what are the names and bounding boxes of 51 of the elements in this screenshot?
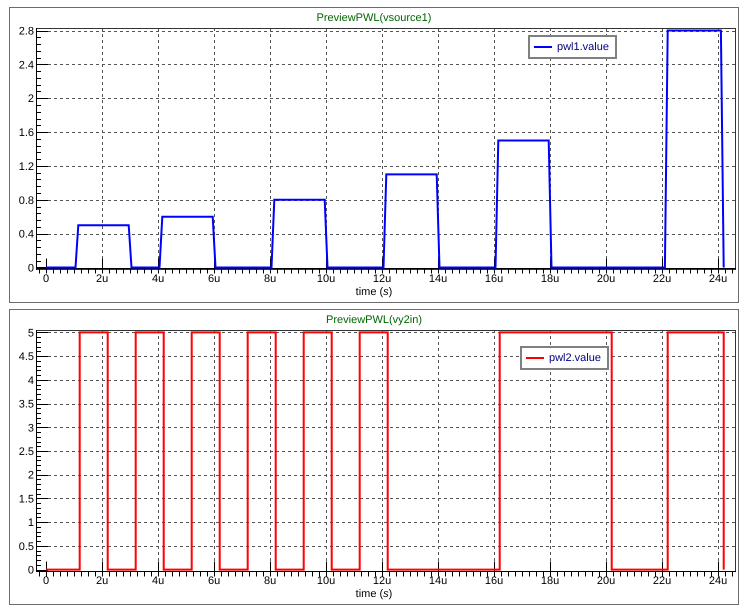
tick-label: 20u xyxy=(596,575,616,587)
chart-title: PreviewPWL(vy2in) xyxy=(326,314,422,326)
legend-label: pwl1.value xyxy=(557,40,609,54)
tick-label: 3.5 xyxy=(18,398,34,411)
tick-label: 1.5 xyxy=(18,493,34,506)
tick-label: 1.6 xyxy=(18,127,34,140)
tick-label: 10u xyxy=(316,575,336,587)
tick-label: 2u xyxy=(96,575,108,587)
tick-label: 2.8 xyxy=(18,26,34,38)
tick-label: 2.4 xyxy=(18,59,34,72)
tick-label: 24u xyxy=(708,575,728,587)
tick-label: 4u xyxy=(152,273,164,285)
tick-label: 0 xyxy=(28,564,34,577)
tick-label: 0 xyxy=(28,262,34,274)
tick-label: 2 xyxy=(28,93,34,106)
tick-label: 1.2 xyxy=(18,160,34,173)
tick-label: 0 xyxy=(43,273,50,285)
tick-label: 12u xyxy=(372,575,392,587)
tick-label: 20u xyxy=(596,273,616,285)
tick-label: 4 xyxy=(28,374,34,387)
tick-label: 18u xyxy=(540,575,560,587)
tick-label: 18u xyxy=(540,273,560,285)
tick-label: 24u xyxy=(708,273,728,285)
tick-label: 4u xyxy=(152,575,164,587)
tick-label: 16u xyxy=(484,575,504,587)
tick-label: 2u xyxy=(96,273,108,285)
tick-label: 6u xyxy=(208,575,220,587)
tick-label: 14u xyxy=(428,575,448,587)
tick-label: 0 xyxy=(43,575,50,587)
tick-label: 5 xyxy=(28,327,34,340)
tick-label: 2 xyxy=(28,470,34,482)
tick-label: 4.5 xyxy=(18,351,34,364)
legend-label: pwl2.value xyxy=(549,351,601,365)
chart-title: PreviewPWL(vsource1) xyxy=(316,12,432,24)
tick-label: 0.5 xyxy=(18,540,34,553)
tick-label: 16u xyxy=(484,273,504,285)
tick-label: 10u xyxy=(316,273,336,285)
axis-title: time (s) xyxy=(356,286,392,298)
tick-label: 22u xyxy=(652,273,672,285)
tick-label: 12u xyxy=(372,273,392,285)
tick-label: 3 xyxy=(28,422,34,434)
tick-label: 0.4 xyxy=(18,228,34,241)
tick-label: 22u xyxy=(652,575,672,587)
tick-label: 14u xyxy=(428,273,448,285)
tick-label: 8u xyxy=(264,273,276,285)
tick-label: 8u xyxy=(264,575,276,587)
tick-label: 2.5 xyxy=(18,446,34,458)
tick-label: 0.8 xyxy=(18,194,34,207)
axis-title: time (s) xyxy=(356,588,392,600)
tick-label: 1 xyxy=(28,517,34,530)
tick-label: 6u xyxy=(208,273,220,285)
